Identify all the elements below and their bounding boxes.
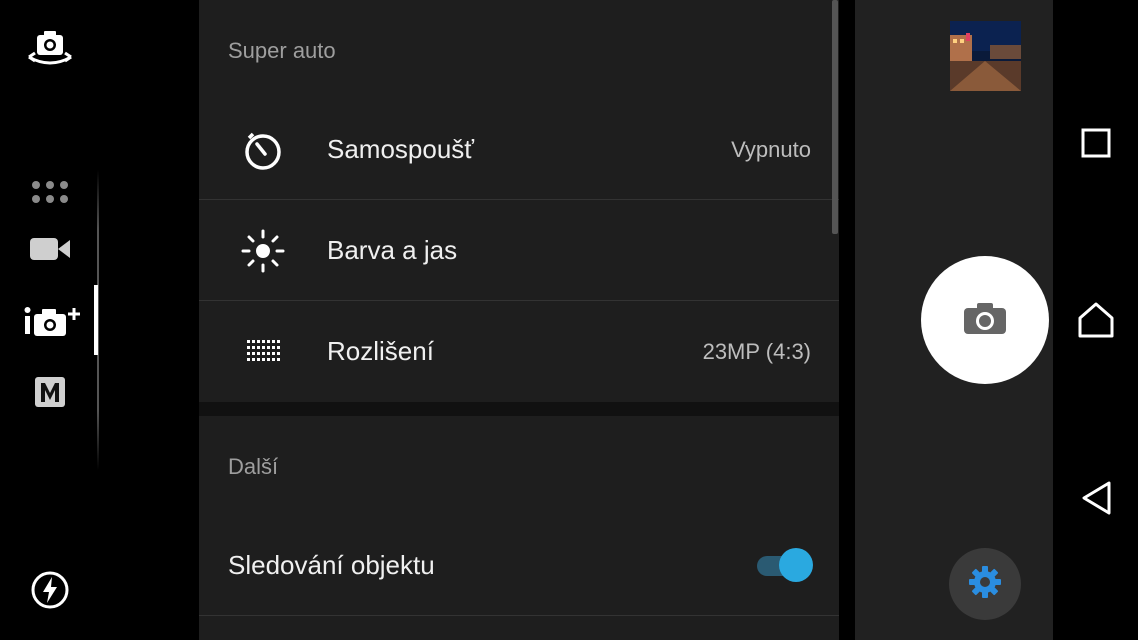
settings-row-color-brightness[interactable]: Barva a jas — [199, 201, 839, 301]
more-settings-card: Další Sledování objektu — [199, 416, 839, 640]
superior-auto-icon[interactable] — [22, 303, 82, 339]
resolution-label: Rozlišení — [327, 336, 434, 366]
home-button[interactable] — [1070, 296, 1122, 348]
mode-active-indicator — [94, 285, 98, 355]
shutter-button[interactable] — [921, 256, 1049, 384]
back-icon — [1079, 480, 1113, 521]
settings-row-self-timer[interactable]: Samospoušť Vypnuto — [199, 100, 839, 200]
recents-button[interactable] — [1070, 119, 1122, 171]
home-icon — [1077, 301, 1115, 344]
brightness-icon — [239, 227, 287, 275]
toggle-knob — [779, 548, 813, 582]
gallery-thumbnail[interactable] — [950, 21, 1021, 91]
camera-mode-rail — [0, 0, 198, 640]
self-timer-label: Samospoušť — [327, 134, 475, 164]
more-modes-icon[interactable] — [30, 178, 70, 208]
settings-button[interactable] — [949, 548, 1021, 620]
switch-camera-icon[interactable] — [24, 28, 76, 70]
manual-mode-icon[interactable] — [32, 374, 68, 410]
recents-icon — [1080, 127, 1112, 164]
color-brightness-label: Barva a jas — [327, 235, 458, 265]
camera-icon — [962, 300, 1008, 341]
row-divider — [199, 615, 839, 616]
gear-icon — [967, 564, 1003, 605]
video-mode-icon[interactable] — [28, 234, 72, 264]
row-divider — [199, 300, 839, 301]
settings-panel: Super auto Samospoušť Vypnuto Barva a ja… — [199, 0, 839, 640]
object-tracking-toggle[interactable] — [755, 548, 815, 582]
resolution-value: 23MP (4:3) — [702, 339, 811, 364]
panel-scrollbar[interactable] — [832, 0, 838, 234]
section-title-more: Další — [228, 454, 279, 479]
resolution-grid-icon — [239, 328, 287, 376]
row-divider — [199, 199, 839, 200]
back-button[interactable] — [1070, 474, 1122, 526]
settings-row-resolution[interactable]: Rozlišení 23MP (4:3) — [199, 302, 839, 402]
section-title-super-auto: Super auto — [228, 38, 336, 63]
object-tracking-label: Sledování objektu — [228, 550, 435, 580]
flash-auto-icon[interactable] — [30, 570, 70, 610]
settings-row-object-tracking[interactable]: Sledování objektu — [199, 516, 839, 616]
self-timer-value: Vypnuto — [731, 137, 811, 162]
self-timer-icon — [239, 126, 287, 174]
super-auto-settings-card: Super auto Samospoušť Vypnuto Barva a ja… — [199, 0, 839, 402]
